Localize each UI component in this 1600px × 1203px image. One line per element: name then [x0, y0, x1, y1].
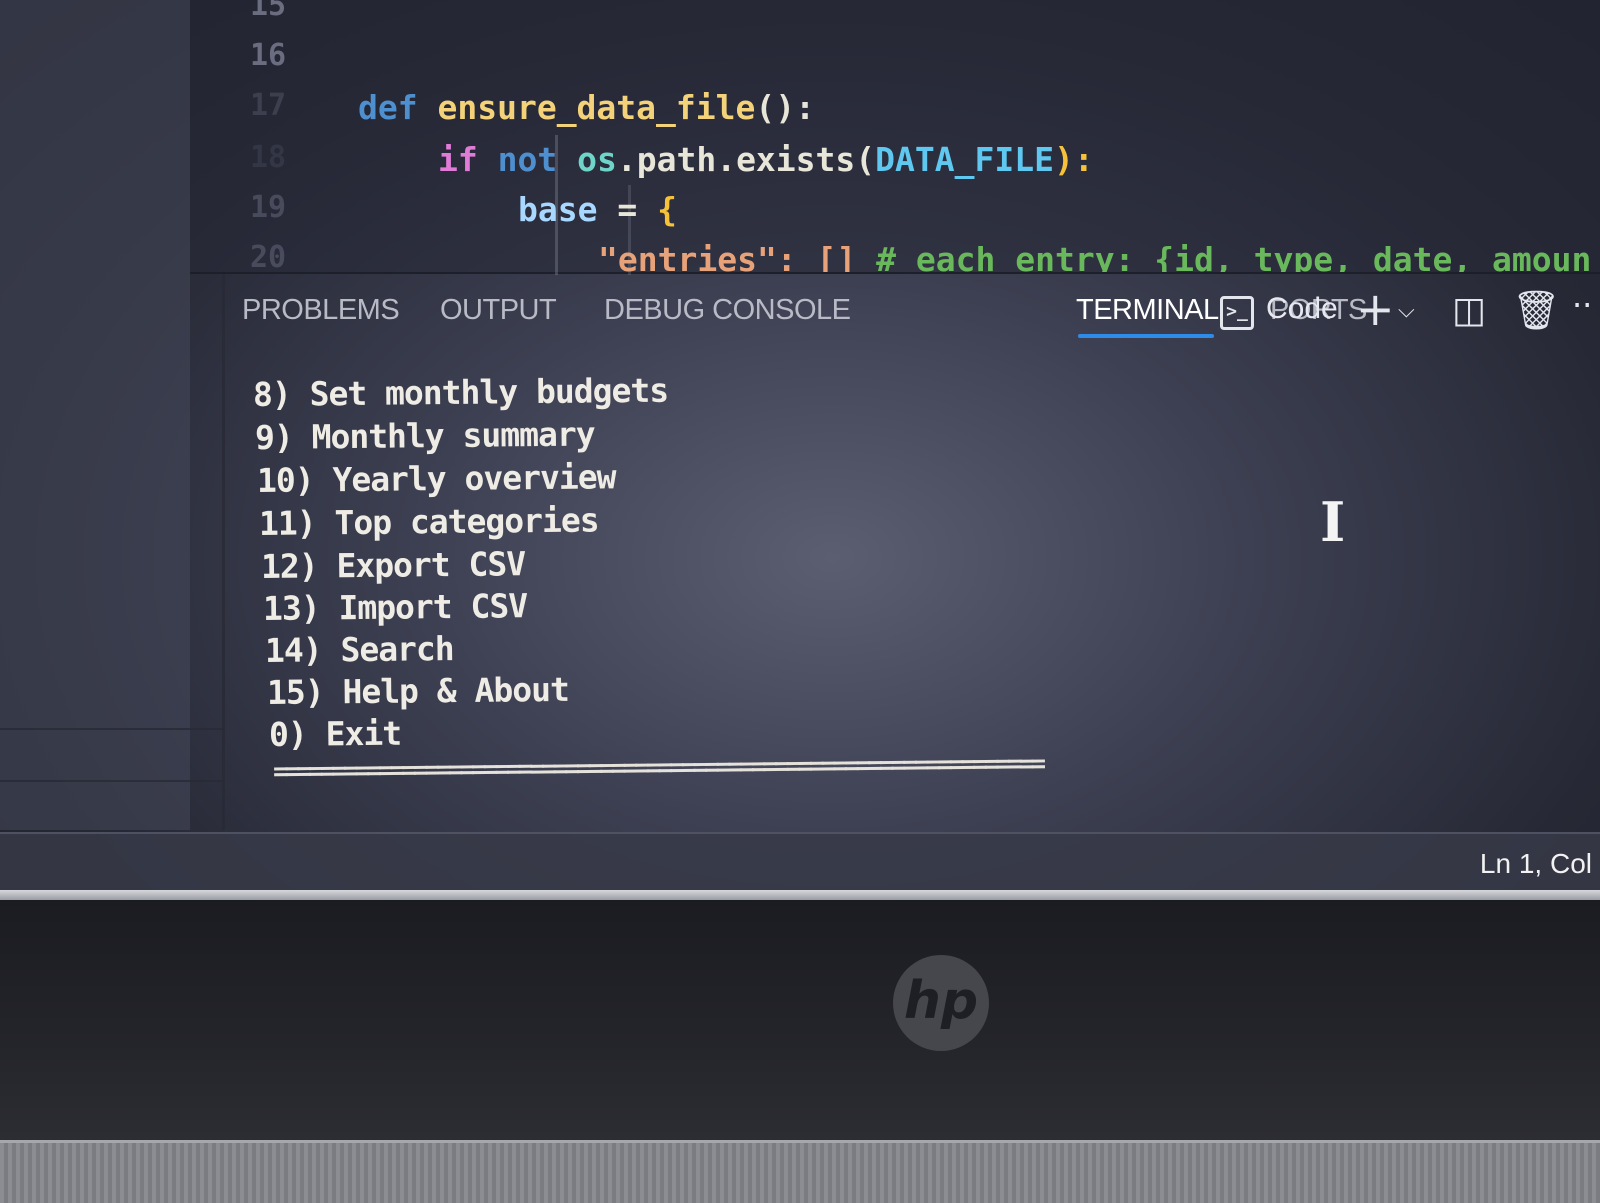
line-number: 16: [250, 38, 287, 73]
text-cursor-icon: I: [1320, 490, 1346, 554]
chevron-down-icon[interactable]: ⌵: [1398, 298, 1415, 323]
terminal-line: 8) Set monthly budgets: [252, 370, 669, 414]
code-punct: =: [597, 190, 658, 229]
status-bar: Ln 1, Col: [0, 832, 1600, 896]
terminal-separator: ========================================…: [272, 748, 1043, 787]
terminal-line: 11) Top categories: [258, 500, 599, 543]
line-number: 18: [250, 140, 287, 175]
editor-line: 18 if not os.path.exists(DATA_FILE):: [190, 140, 1600, 190]
code-punct: {: [657, 190, 677, 229]
editor-line: 20 "entries": [] # each entry: {id, type…: [190, 240, 1600, 272]
tab-output[interactable]: OUTPUT: [440, 294, 557, 327]
editor-line: 15: [190, 0, 1600, 38]
active-tab-indicator: [1078, 334, 1214, 338]
string-literal: "entries": []: [598, 240, 857, 272]
terminal-icon[interactable]: >_: [1220, 296, 1254, 330]
code-punct: ):: [1053, 140, 1094, 179]
terminal-line: 15) Help & About: [266, 669, 570, 712]
laptop-bezel: hp: [0, 900, 1600, 1140]
code-punct: ():: [755, 88, 815, 127]
split-icon[interactable]: ◫: [1452, 290, 1486, 331]
divider: [0, 780, 224, 782]
trash-icon[interactable]: 🗑: [1512, 288, 1560, 333]
terminal-line: 14) Search: [264, 629, 454, 670]
laptop-deck: [0, 1140, 1600, 1203]
function-name: ensure_data_file: [437, 88, 756, 127]
code-text: "entries": [] # each entry: {id, type, d…: [598, 240, 1591, 272]
terminal-line: 13) Import CSV: [262, 586, 528, 628]
keyword-if: if: [438, 140, 478, 179]
tab-problems[interactable]: PROBLEMS: [242, 294, 400, 327]
editor-line: 16: [190, 38, 1600, 88]
terminal-output[interactable]: 8) Set monthly budgets 9) Monthly summar…: [225, 345, 1600, 830]
cursor-position[interactable]: Ln 1, Col: [1480, 848, 1592, 880]
constant-name: DATA_FILE: [875, 140, 1054, 179]
editor-line: 17 def ensure_data_file():: [190, 88, 1600, 138]
code-text: .path.exists(: [616, 140, 876, 179]
keyword-def: def: [358, 88, 418, 127]
terminal-line: 9) Monthly summary: [254, 414, 595, 457]
screen-edge: [0, 890, 1600, 900]
tab-debug-console[interactable]: DEBUG CONSOLE: [604, 294, 851, 327]
hp-logo: hp: [893, 955, 989, 1051]
divider: [0, 728, 224, 730]
line-number: 17: [250, 88, 287, 123]
module-name: os: [577, 140, 617, 179]
line-number: 20: [250, 240, 287, 272]
terminal-line: 10) Yearly overview: [256, 457, 616, 500]
side-panel: [0, 0, 225, 830]
terminal-line: 0) Exit: [268, 713, 402, 754]
panel-tab-bar: PROBLEMS OUTPUT DEBUG CONSOLE TERMINAL P…: [190, 276, 1600, 344]
code-editor[interactable]: 15 16 17 def ensure_data_file(): 18 if n…: [190, 0, 1600, 275]
code-text: base = {: [518, 190, 677, 229]
keyword-not: not: [497, 140, 558, 179]
variable-name: base: [518, 190, 598, 229]
code-text: if not os.path.exists(DATA_FILE):: [438, 140, 1094, 179]
line-number: 15: [250, 0, 287, 23]
editor-line: 19 base = {: [190, 190, 1600, 240]
terminal-line: 12) Export CSV: [260, 544, 526, 586]
terminal-selector[interactable]: Code: [1266, 292, 1338, 326]
code-comment: # each entry: {id, type, date, amoun: [876, 240, 1592, 272]
tab-terminal[interactable]: TERMINAL: [1076, 294, 1219, 327]
code-text: def ensure_data_file():: [358, 88, 815, 127]
plus-icon[interactable]: +: [1356, 282, 1395, 336]
line-number: 19: [250, 190, 287, 225]
more-icon[interactable]: ··: [1572, 286, 1592, 324]
laptop-screen: 15 16 17 def ensure_data_file(): 18 if n…: [0, 0, 1600, 900]
